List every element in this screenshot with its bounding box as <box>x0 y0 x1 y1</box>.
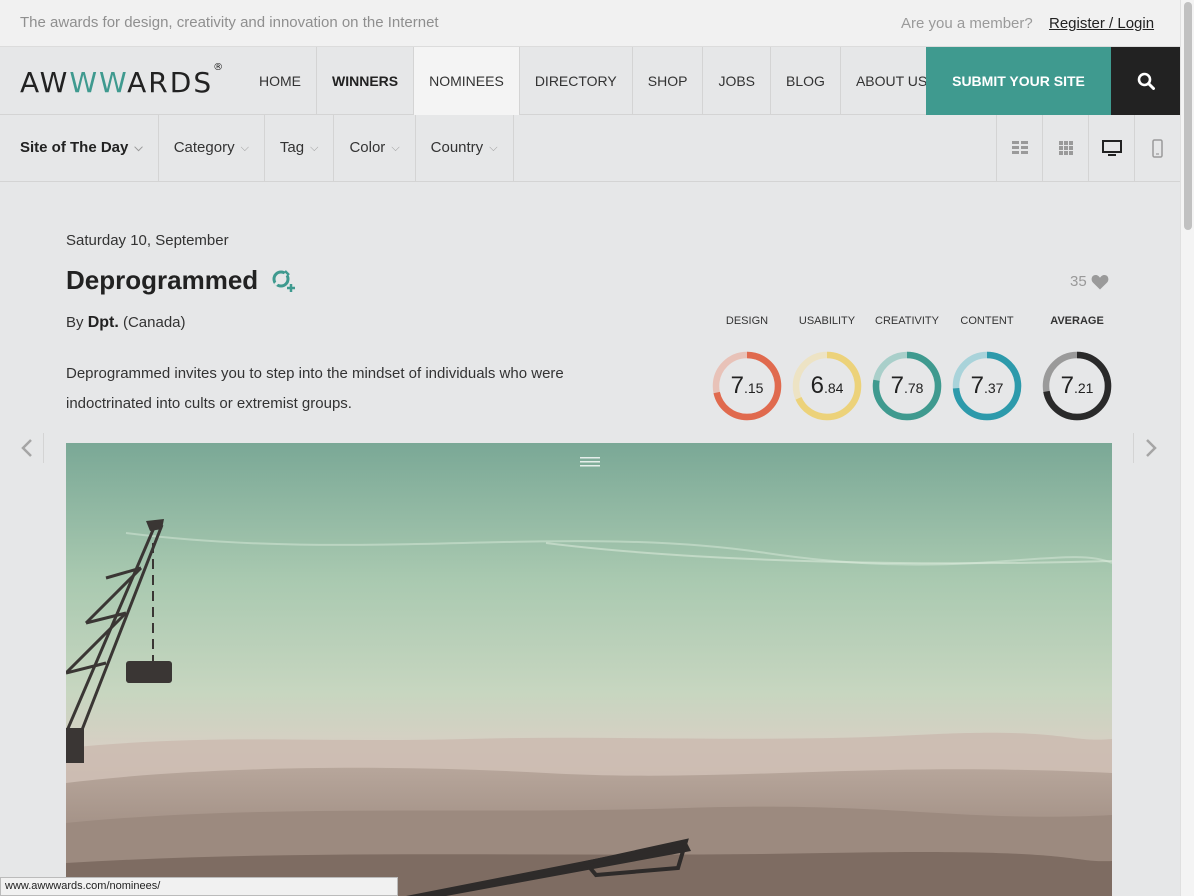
score-value: 7.78 <box>890 372 924 399</box>
top-bar: The awards for design, creativity and in… <box>0 0 1180 47</box>
site-description: Deprogrammed invites you to step into th… <box>66 365 564 412</box>
nav-jobs[interactable]: JOBS <box>702 47 770 115</box>
site-country: (Canada) <box>122 314 186 331</box>
score-label: AVERAGE <box>1050 315 1104 327</box>
register-login-link[interactable]: Register / Login <box>1049 15 1154 32</box>
score-value: 7.15 <box>730 372 764 399</box>
score-value: 7.37 <box>970 372 1004 399</box>
chevron-down-icon: ⌵ <box>489 142 498 155</box>
filter-tag[interactable]: Tag ⌵ <box>265 115 335 181</box>
filter-site-of-the-day[interactable]: Site of The Day ⌵ <box>0 115 159 181</box>
next-site-button[interactable] <box>1133 433 1167 463</box>
main-nav: HOME WINNERS NOMINEES DIRECTORY SHOP JOB… <box>244 47 942 115</box>
score-label: CONTENT <box>960 315 1014 327</box>
search-button[interactable] <box>1111 47 1180 115</box>
main-navbar: AWWWARDS® HOME WINNERS NOMINEES DIRECTOR… <box>0 47 1180 115</box>
view-grid-small-button[interactable] <box>1042 115 1088 181</box>
awwwards-logo[interactable]: AWWWARDS® <box>20 62 223 99</box>
chevron-down-icon: ⌵ <box>240 142 249 155</box>
filter-country[interactable]: Country ⌵ <box>416 115 514 181</box>
previous-site-button[interactable] <box>10 433 44 463</box>
site-author-line: By Dpt. (Canada) <box>66 314 186 331</box>
chevron-left-icon <box>20 439 32 457</box>
score-label: DESIGN <box>725 315 769 327</box>
like-button[interactable]: 35 <box>1070 273 1109 290</box>
score-label: USABILITY <box>798 315 856 327</box>
page-scrollbar[interactable] <box>1180 0 1194 896</box>
chevron-right-icon <box>1145 439 1157 457</box>
like-count: 35 <box>1070 273 1087 290</box>
collect-plus-icon[interactable] <box>270 268 296 299</box>
score-usability: USABILITY 6.84 <box>790 315 864 423</box>
view-grid-large-button[interactable] <box>996 115 1042 181</box>
site-screenshot[interactable] <box>66 443 1112 896</box>
grid-large-icon <box>1011 141 1028 154</box>
nav-winners[interactable]: WINNERS <box>316 47 413 115</box>
score-creativity: CREATIVITY 7.78 <box>870 315 944 423</box>
site-date: Saturday 10, September <box>66 232 229 249</box>
filter-bar: Site of The Day ⌵ Category ⌵ Tag ⌵ Color ⌵ C… <box>0 115 1180 182</box>
score-content: CONTENT 7.37 <box>950 315 1024 423</box>
nav-directory[interactable]: DIRECTORY <box>518 47 632 115</box>
nav-home[interactable]: HOME <box>244 47 316 115</box>
view-mobile-button[interactable] <box>1134 115 1180 181</box>
score-label: CREATIVITY <box>875 315 939 327</box>
score-design: DESIGN 7.15 <box>710 315 784 423</box>
member-question: Are you a member? <box>901 15 1033 32</box>
scrollbar-thumb[interactable] <box>1184 2 1192 230</box>
browser-status-url: www.awwwards.com/nominees/ <box>0 877 398 896</box>
score-value: 7.21 <box>1060 372 1094 399</box>
chevron-down-icon: ⌵ <box>310 142 319 155</box>
search-icon <box>1137 72 1155 90</box>
tagline: The awards for design, creativity and in… <box>20 14 439 31</box>
site-author[interactable]: Dpt. <box>88 314 119 331</box>
filter-category[interactable]: Category ⌵ <box>159 115 265 181</box>
chevron-down-icon: ⌵ <box>134 142 143 155</box>
score-value: 6.84 <box>810 372 844 399</box>
view-desktop-button[interactable] <box>1088 115 1134 181</box>
score-average: AVERAGE 7.21 <box>1040 315 1114 423</box>
nav-nominees[interactable]: NOMINEES <box>413 47 519 115</box>
mobile-icon <box>1152 138 1163 158</box>
site-title: Deprogrammed <box>66 265 259 295</box>
desktop-icon <box>1101 139 1122 156</box>
filter-color[interactable]: Color ⌵ <box>334 115 416 181</box>
grid-small-icon <box>1058 141 1073 155</box>
heart-icon <box>1091 274 1109 289</box>
nav-shop[interactable]: SHOP <box>631 47 703 115</box>
chevron-down-icon: ⌵ <box>391 142 400 155</box>
submit-your-site-button[interactable]: SUBMIT YOUR SITE <box>926 47 1111 115</box>
nav-blog[interactable]: BLOG <box>770 47 840 115</box>
